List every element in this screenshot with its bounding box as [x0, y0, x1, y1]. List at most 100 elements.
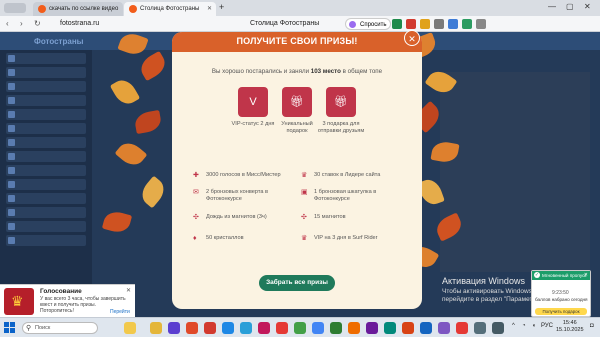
sidebar-item[interactable] — [6, 81, 86, 92]
download-icon[interactable] — [406, 19, 416, 29]
app-icon[interactable] — [168, 322, 180, 334]
close-notification-icon[interactable]: ✕ — [584, 271, 588, 280]
sidebar-item[interactable] — [6, 235, 86, 246]
sidebar-item[interactable] — [6, 193, 86, 204]
leaf-decoration — [133, 109, 163, 135]
reward-item: ✣ Дождь из магнитов (3ч) — [193, 214, 296, 221]
back-icon[interactable]: ‹ — [6, 19, 9, 28]
language-indicator[interactable]: РУС — [541, 323, 553, 329]
minimize-icon[interactable]: — — [548, 2, 556, 11]
site-logo[interactable]: Фотостраны — [34, 37, 83, 46]
app-icon[interactable] — [348, 322, 360, 334]
content-panel — [440, 72, 590, 272]
sync-icon[interactable] — [462, 19, 472, 29]
sidebar-item[interactable] — [6, 123, 86, 134]
maximize-icon[interactable]: ▢ — [566, 2, 574, 11]
telegram-icon[interactable] — [240, 322, 252, 334]
notification-center-icon[interactable]: ◘ — [590, 323, 594, 329]
tab-fotostrana[interactable]: Столица Фотостраны ✕ — [124, 2, 216, 16]
close-window-icon[interactable]: ✕ — [584, 2, 591, 11]
get-gift-button[interactable]: Получить подарок — [535, 308, 587, 315]
sidebar-item[interactable] — [6, 179, 86, 190]
app-icon[interactable] — [438, 322, 450, 334]
url-field[interactable]: fotostrana.ru — [60, 20, 99, 27]
prize-label: 3 подарка для отправки друзьям — [317, 121, 365, 134]
box-icon: ▣ — [301, 189, 308, 196]
windows-start-icon[interactable] — [4, 322, 16, 334]
leaf-decoration — [136, 175, 170, 209]
star-icon: ✚ — [193, 172, 199, 179]
notification-image: ♛ — [4, 288, 34, 315]
modal-subtitle: Вы хорошо постарались и заняли 103 место… — [172, 68, 422, 75]
widgets-icon[interactable] — [124, 322, 136, 334]
reward-label: 1 бронзовая шкатулка в Фотоконкурсе — [314, 189, 377, 202]
tab-menu-button[interactable] — [4, 3, 26, 13]
app-icon[interactable] — [294, 322, 306, 334]
ask-button[interactable]: Спросить — [345, 18, 392, 30]
reward-item: ✉ 2 бронзовых конверта в Фотоконкурсе — [193, 189, 284, 203]
app-icon[interactable] — [258, 322, 270, 334]
notification-link[interactable]: Перейти — [110, 309, 130, 315]
close-tab-icon[interactable]: ✕ — [207, 6, 212, 12]
file-explorer-icon[interactable] — [150, 322, 162, 334]
new-tab-button[interactable]: + — [219, 2, 224, 12]
yandex-music-icon[interactable] — [204, 322, 216, 334]
reward-item: ♛ VIP на 3 дня в Surf Rider — [301, 235, 414, 242]
app-icon[interactable] — [384, 322, 396, 334]
app-icon[interactable] — [366, 322, 378, 334]
profile-icon[interactable] — [448, 19, 458, 29]
volume-icon[interactable]: ◖ — [532, 323, 536, 329]
chrome-icon[interactable] — [312, 322, 324, 334]
tab-video-download[interactable]: скачать по ссылке видео — [33, 2, 123, 16]
modal-close-icon[interactable]: ✕ — [404, 30, 420, 46]
browser-active-icon[interactable] — [276, 322, 288, 334]
sidebar-item[interactable] — [6, 95, 86, 106]
claim-all-prizes-button[interactable]: Забрать все призы — [259, 275, 335, 291]
app-icon[interactable] — [492, 322, 504, 334]
leaf-decoration — [101, 208, 133, 236]
reward-label: 30 ставок в Лидере сайта — [314, 172, 381, 178]
translate-icon[interactable] — [392, 19, 402, 29]
sidebar-item[interactable] — [6, 221, 86, 232]
app-icon[interactable] — [420, 322, 432, 334]
app-icon[interactable] — [402, 322, 414, 334]
brave-icon[interactable] — [456, 322, 468, 334]
network-icon[interactable]: ◔ — [522, 323, 526, 329]
sidebar-item[interactable] — [6, 109, 86, 120]
app-icon[interactable] — [474, 322, 486, 334]
taskbar-search[interactable]: ⚲ Поиск — [22, 322, 98, 334]
close-notification-icon[interactable]: ✕ — [126, 287, 131, 294]
skip-tasks-notification: ✓ Мгновенный пропуск заданий ✕ 9:23:50 б… — [531, 270, 591, 317]
gift-icon: 🎁︎ — [282, 87, 312, 117]
sidebar-item[interactable] — [6, 165, 86, 176]
taskbar-clock[interactable]: 15:46 15.10.2025 — [556, 320, 584, 334]
tab-label: Столица Фотостраны — [140, 6, 200, 12]
subtitle-text: Вы хорошо постарались и заняли — [211, 68, 310, 75]
search-placeholder: Поиск — [35, 325, 51, 331]
sidebar-item[interactable] — [6, 67, 86, 78]
app-icon[interactable] — [222, 322, 234, 334]
tab-label: скачать по ссылке видео — [49, 6, 119, 12]
envelope-icon: ✉ — [193, 189, 199, 196]
prize-friend-gifts: 🎁︎ 3 подарка для отправки друзьям — [316, 87, 366, 135]
app-icon[interactable] — [330, 322, 342, 334]
forward-icon[interactable]: › — [20, 19, 23, 28]
yandex-icon[interactable] — [186, 322, 198, 334]
clock-date: 15.10.2025 — [556, 327, 584, 333]
reload-icon[interactable]: ↻ — [34, 19, 41, 28]
tray-chevron-icon[interactable]: ^ — [512, 323, 515, 329]
leaf-decoration — [136, 50, 170, 82]
sidebar-item[interactable] — [6, 137, 86, 148]
bookmark-icon[interactable] — [434, 19, 444, 29]
reward-label: 2 бронзовых конверта в Фотоконкурсе — [206, 189, 268, 202]
sidebar — [0, 50, 92, 317]
extension-icon[interactable] — [420, 19, 430, 29]
sidebar-item[interactable] — [6, 151, 86, 162]
crown-icon: ♛ — [301, 235, 308, 242]
rank-value: 103 место — [310, 68, 341, 75]
taskbar: ⚲ Поиск ^ ◔ ◖ РУС 15:46 15.10.2025 ◘ — [0, 317, 600, 337]
settings-icon[interactable] — [476, 19, 486, 29]
voting-notification[interactable]: ♛ Голосование У вас всего 3 часа, чтобы … — [0, 284, 135, 317]
sidebar-item[interactable] — [6, 207, 86, 218]
sidebar-item[interactable] — [6, 53, 86, 64]
